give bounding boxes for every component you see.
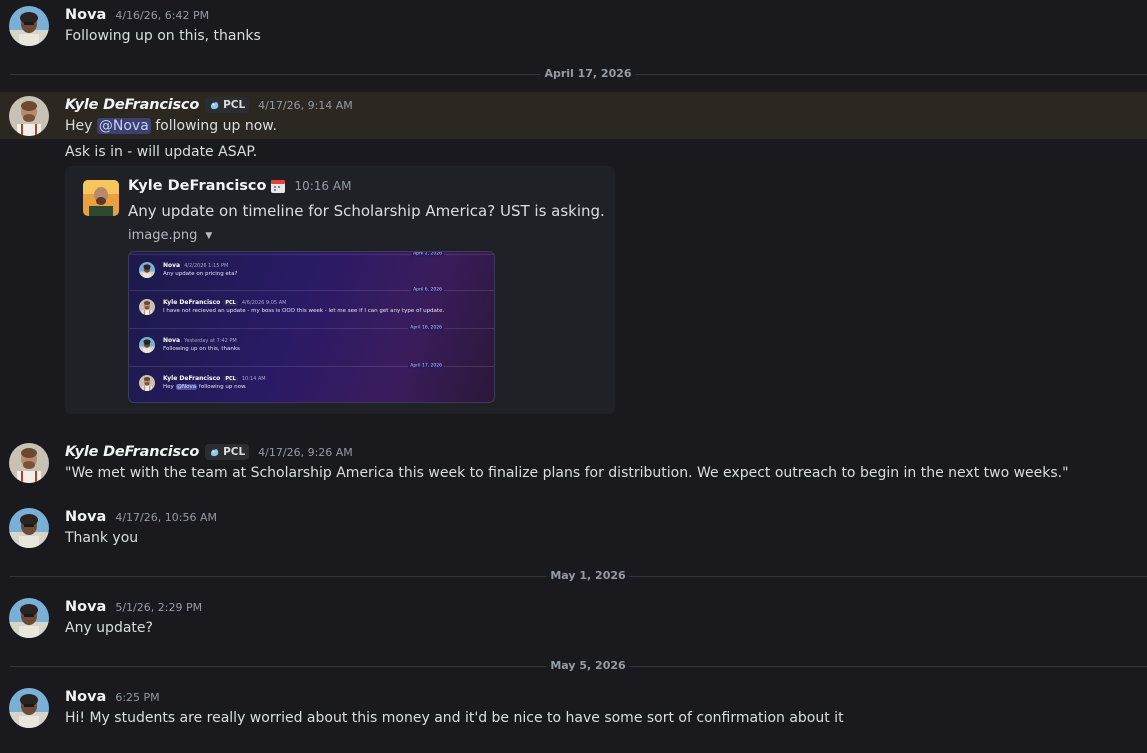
author-name[interactable]: Nova: [65, 7, 106, 23]
timestamp: 4/17/26, 9:14 AM: [258, 98, 353, 112]
timestamp: 6:25 PM: [115, 690, 160, 704]
forwarded-message-embed[interactable]: Kyle DeFrancisco 10:16 AM Any update on …: [65, 166, 615, 414]
message-nova-2: Nova 4/17/26, 10:56 AM Thank you: [0, 502, 1147, 552]
avatar-kyle-icon: [9, 96, 49, 136]
image-divider-label: April 16, 2026: [408, 325, 444, 331]
image-author: Kyle DeFrancisco PCL 10:14 AM: [163, 375, 266, 382]
avatar-kyle-icon: [83, 180, 119, 216]
image-timestamp: 4/6/2026 9:05 AM: [241, 300, 287, 306]
mini-avatar: [139, 262, 155, 278]
message-nova-1: Nova 4/16/26, 6:42 PM Following up on th…: [0, 0, 1147, 56]
mini-avatar: [139, 337, 155, 353]
tag-label: PCL: [223, 446, 246, 458]
image-author-name: Kyle DeFrancisco: [163, 299, 221, 306]
avatar-nova-icon: [139, 337, 155, 353]
avatar-nova-icon: [9, 688, 49, 728]
avatar-nova-icon: [9, 508, 49, 548]
chevron-down-icon[interactable]: ▼: [205, 231, 212, 241]
message-text: Ask is in - will update ASAP.: [65, 144, 258, 160]
timestamp: 4/17/26, 10:56 AM: [115, 510, 217, 524]
avatar-nova-icon: [139, 262, 155, 278]
message-text: "We met with the team at Scholarship Ame…: [65, 465, 1069, 481]
author-name[interactable]: Nova: [65, 509, 106, 525]
message-text: Following up on this, thanks: [65, 28, 261, 44]
embed-author-row: Kyle DeFrancisco 10:16 AM: [128, 178, 351, 194]
attachment-filename: image.png: [128, 228, 198, 243]
avatar[interactable]: [9, 688, 49, 728]
timestamp: 5/1/26, 2:29 PM: [115, 600, 203, 614]
avatar-kyle-icon: [139, 299, 155, 315]
message-nova-3: Nova 5/1/26, 2:29 PM Any update?: [0, 592, 1147, 642]
user-mention[interactable]: @Nova: [96, 118, 151, 134]
message-kyle-2: Kyle DeFrancisco PCL 4/17/26, 9:26 AM "W…: [0, 438, 1147, 488]
image-divider-label: April 17, 2026: [408, 363, 444, 369]
image-text: I have not recieved an update - my boss …: [163, 308, 445, 314]
avatar[interactable]: [9, 443, 49, 483]
embed-avatar[interactable]: [83, 180, 119, 216]
tag-label: PCL: [223, 99, 246, 111]
image-author-name: Nova: [163, 337, 181, 344]
image-text-segment: Hey: [163, 384, 176, 390]
image-text: Following up on this, thanks: [163, 346, 240, 352]
embed-timestamp: 10:16 AM: [294, 179, 352, 193]
image-author: Kyle DeFrancisco PCL 4/6/2026 9:05 AM: [163, 299, 286, 306]
clipboard-icon: [210, 101, 219, 109]
date-divider-label: May 5, 2026: [546, 659, 630, 672]
image-timestamp: Yesterday at 7:42 PM: [184, 338, 237, 344]
image-text-segment: following up now.: [197, 384, 247, 390]
author-name[interactable]: Kyle DeFrancisco: [65, 444, 199, 460]
clipboard-icon: [210, 448, 219, 456]
avatar-nova-icon: [9, 598, 49, 638]
avatar[interactable]: [9, 598, 49, 638]
author-name[interactable]: Nova: [65, 689, 106, 705]
timestamp: 4/17/26, 9:26 AM: [258, 445, 353, 459]
image-tag: PCL: [223, 376, 238, 382]
text-segment: Hey: [65, 118, 97, 134]
timestamp: 4/16/26, 6:42 PM: [115, 8, 210, 22]
clan-tag[interactable]: PCL: [205, 97, 250, 113]
message-kyle-1: Kyle DeFrancisco PCL 4/17/26, 9:14 AM He…: [0, 92, 1147, 139]
image-author-name: Nova: [163, 262, 181, 269]
avatar[interactable]: [9, 508, 49, 548]
message-nova-4: Nova 6:25 PM Hi! My students are really …: [0, 682, 1147, 732]
image-author: Nova 4/2/2026 1:15 PM: [163, 262, 228, 269]
clan-tag[interactable]: PCL: [205, 444, 250, 460]
mini-avatar: [139, 299, 155, 315]
image-author-name: Kyle DeFrancisco: [163, 375, 221, 382]
author-name[interactable]: Kyle DeFrancisco: [65, 97, 199, 113]
author-name[interactable]: Nova: [65, 599, 106, 615]
message-text: Thank you: [65, 530, 139, 546]
image-mention: @Nova: [175, 384, 198, 390]
message-text: Hey @Nova following up now.: [65, 118, 277, 134]
image-divider-label: April 2, 2026: [411, 251, 444, 257]
image-timestamp: 4/2/2026 1:15 PM: [184, 263, 229, 269]
attached-image[interactable]: April 2, 2026 Nova 4/2/2026 1:15 PM Any u…: [128, 251, 495, 403]
image-text: Hey @Nova following up now.: [163, 384, 247, 390]
avatar-nova-icon: [9, 6, 49, 46]
embed-author-name[interactable]: Kyle DeFrancisco: [128, 178, 266, 194]
attachment-label[interactable]: image.png ▼: [128, 228, 212, 243]
avatar-kyle-icon: [139, 375, 155, 391]
message-text: Any update?: [65, 620, 153, 636]
embed-text: Any update on timeline for Scholarship A…: [128, 202, 605, 220]
message-text: Hi! My students are really worried about…: [65, 710, 844, 726]
image-divider-label: April 6, 2026: [411, 287, 444, 293]
text-segment: following up now.: [150, 118, 277, 134]
image-timestamp: 10:14 AM: [241, 376, 266, 382]
avatar[interactable]: [9, 96, 49, 136]
mini-avatar: [139, 375, 155, 391]
image-author: Nova Yesterday at 7:42 PM: [163, 337, 237, 344]
image-text: Any update on pricing eta?: [163, 271, 238, 277]
date-divider-label: May 1, 2026: [546, 569, 630, 582]
avatar[interactable]: [9, 6, 49, 46]
date-divider-label: April 17, 2026: [540, 67, 636, 80]
image-tag: PCL: [223, 300, 238, 306]
avatar-kyle-icon: [9, 443, 49, 483]
calendar-icon: [271, 180, 286, 193]
